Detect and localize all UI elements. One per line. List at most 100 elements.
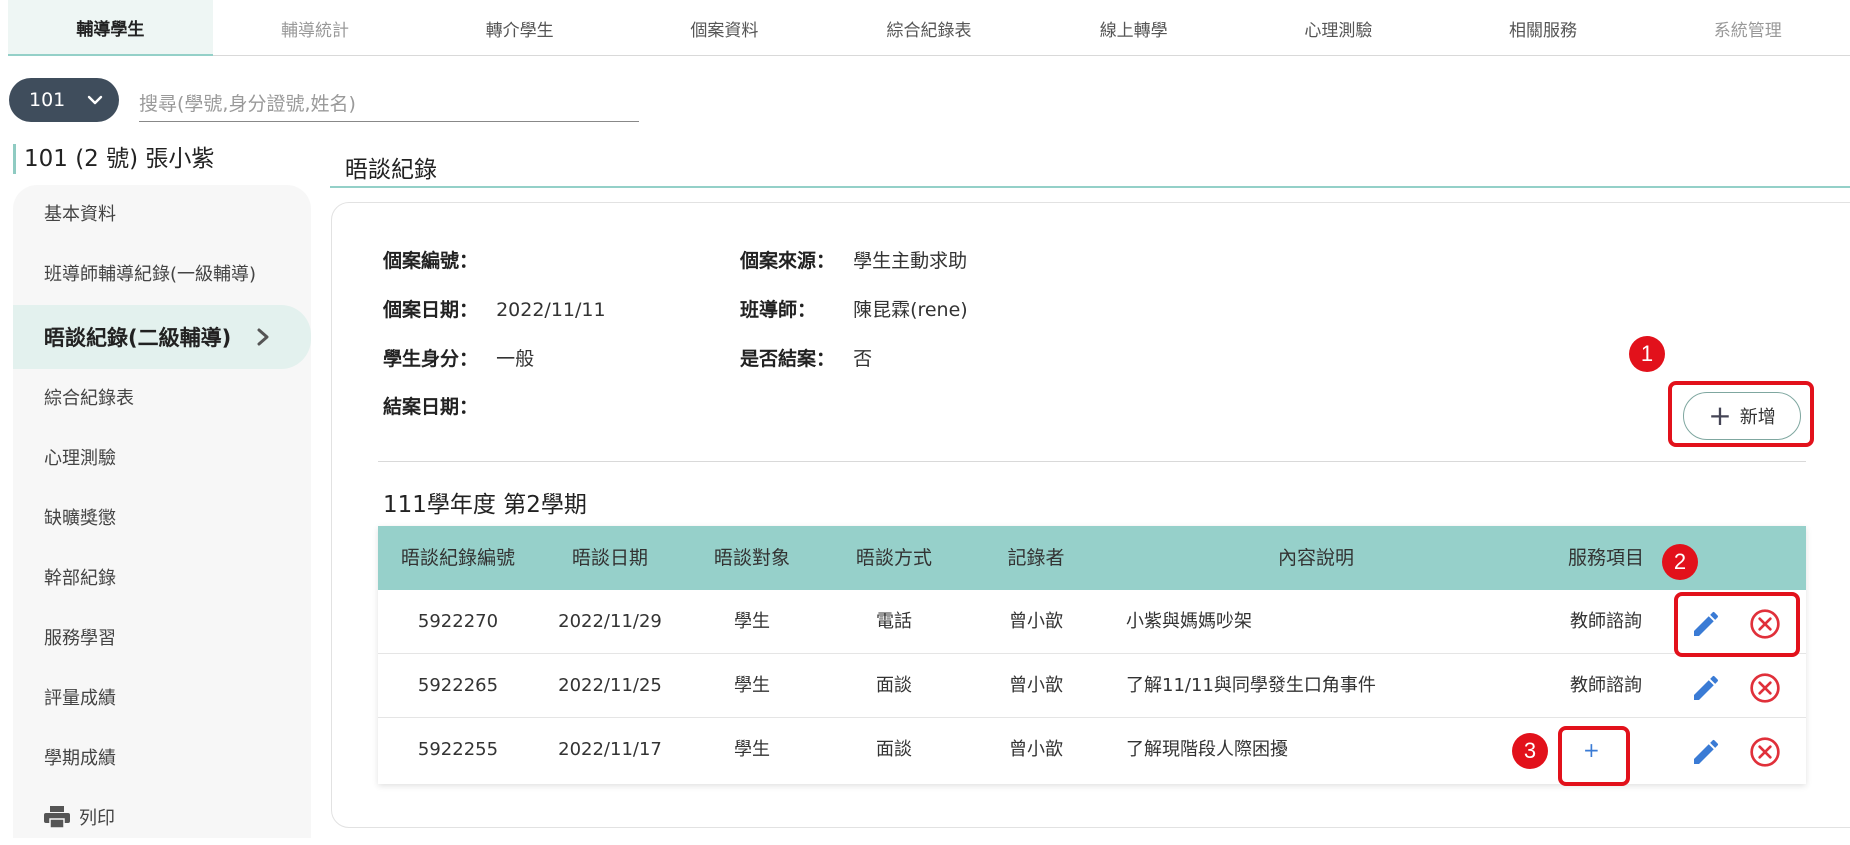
tab-online-transfer[interactable]: 線上轉學 [1031, 0, 1236, 56]
case-date-value: 2022/11/11 [496, 299, 606, 321]
tab-related-services[interactable]: 相關服務 [1441, 0, 1646, 56]
closed-field: 是否結案： 否 [740, 344, 872, 371]
annotation-badge-1: 1 [1629, 336, 1665, 372]
case-no-label: 個案編號： [383, 250, 479, 272]
delete-icon[interactable] [1749, 672, 1781, 704]
case-date-label: 個案日期： [383, 299, 479, 321]
tab-referral[interactable]: 轉介學生 [417, 0, 622, 56]
col-header-content: 內容說明 [1277, 547, 1354, 569]
tab-counsel-stats[interactable]: 輔導統計 [213, 0, 418, 56]
annotation-box-1 [1668, 381, 1814, 447]
print-label: 列印 [79, 808, 115, 829]
sidebar-item-label: 班導師輔導紀錄(一級輔導) [44, 264, 257, 285]
sidebar-item-label: 晤談紀錄(二級輔導) [44, 326, 232, 350]
class-select-value: 101 [29, 89, 66, 111]
tab-system-admin[interactable]: 系統管理 [1645, 0, 1850, 56]
cell-id: 5922270 [417, 611, 499, 632]
table-header: 晤談紀錄編號 晤談日期 晤談對象 晤談方式 記錄者 內容說明 服務項目 [378, 526, 1806, 590]
sidebar-item-interview-record[interactable]: 晤談紀錄(二級輔導) [13, 305, 311, 369]
title-divider [330, 186, 1850, 188]
cell-target: 學生 [734, 675, 770, 696]
sidebar-item-service-learning[interactable]: 服務學習 [13, 609, 311, 665]
table-row: 5922265 2022/11/25 學生 面談 曾小歆 了解11/11與同學發… [378, 654, 1806, 718]
cell-content: 了解11/11與同學發生口角事件 [1126, 675, 1376, 696]
edit-icon[interactable] [1690, 672, 1722, 704]
tab-summary-record[interactable]: 綜合紀錄表 [827, 0, 1032, 56]
cell-recorder: 曾小歆 [1009, 611, 1063, 632]
case-date-field: 個案日期： 2022/11/11 [383, 295, 606, 322]
sidebar-item-semester-grades[interactable]: 學期成績 [13, 729, 311, 785]
search-input[interactable] [139, 86, 639, 122]
case-no-field: 個案編號： [383, 246, 478, 273]
sidebar-item-summary[interactable]: 綜合紀錄表 [13, 369, 311, 425]
page-title: 晤談紀錄 [345, 157, 437, 183]
col-header-target: 晤談對象 [713, 547, 790, 569]
tab-counsel-students[interactable]: 輔導學生 [8, 0, 213, 56]
sidebar-item-label: 缺曠獎懲 [44, 508, 116, 529]
sidebar-item-print[interactable]: 列印 [13, 789, 311, 845]
annotation-box-3 [1558, 726, 1630, 786]
col-header-date: 晤談日期 [571, 547, 648, 569]
chevron-down-icon [87, 95, 103, 105]
sidebar-item-cadre[interactable]: 幹部紀錄 [13, 549, 311, 605]
sidebar: 基本資料 班導師輔導紀錄(一級輔導) 晤談紀錄(二級輔導) 綜合紀錄表 心理測驗… [13, 185, 311, 838]
annotation-badge-2: 2 [1662, 544, 1698, 580]
printer-icon [44, 806, 70, 829]
teacher-field: 班導師： 陳昆霖(rene) [740, 295, 968, 322]
chevron-right-icon [257, 328, 269, 346]
cell-target: 學生 [734, 739, 770, 760]
edit-icon[interactable] [1690, 736, 1722, 768]
cell-id: 5922265 [417, 675, 499, 696]
close-date-field: 結案日期： [383, 392, 478, 419]
cell-content: 小紫與媽媽吵架 [1126, 611, 1252, 632]
cell-date: 2022/11/29 [558, 611, 662, 632]
case-source-label: 個案來源： [740, 250, 836, 272]
sidebar-item-label: 服務學習 [44, 628, 116, 649]
cell-date: 2022/11/25 [558, 675, 662, 696]
sidebar-item-basic-info[interactable]: 基本資料 [13, 185, 311, 241]
annotation-box-2 [1674, 592, 1800, 657]
cell-method: 電話 [876, 611, 912, 632]
sidebar-item-label: 基本資料 [44, 204, 116, 225]
cell-date: 2022/11/17 [558, 739, 662, 760]
col-header-method: 晤談方式 [855, 547, 932, 569]
cell-service: 教師諮詢 [1570, 611, 1642, 632]
cell-content: 了解現階段人際困擾 [1126, 739, 1288, 760]
cell-service: 教師諮詢 [1570, 675, 1642, 696]
table-row: 5922270 2022/11/29 學生 電話 曾小歆 小紫與媽媽吵架 教師諮… [378, 590, 1806, 654]
tab-psych-test[interactable]: 心理測驗 [1236, 0, 1441, 56]
identity-value: 一般 [496, 348, 535, 370]
teacher-label: 班導師： [740, 299, 817, 321]
col-header-recorder: 記錄者 [1007, 547, 1065, 569]
sidebar-item-label: 學期成績 [44, 748, 116, 769]
cell-method: 面談 [876, 739, 912, 760]
col-header-id: 晤談紀錄編號 [400, 547, 515, 569]
term-heading: 111學年度 第2學期 [383, 492, 587, 518]
sidebar-item-assessment[interactable]: 評量成績 [13, 669, 311, 725]
sidebar-item-attendance[interactable]: 缺曠獎懲 [13, 489, 311, 545]
identity-label: 學生身分： [383, 348, 479, 370]
sidebar-item-label: 幹部紀錄 [44, 568, 116, 589]
sidebar-item-psych-test[interactable]: 心理測驗 [13, 429, 311, 485]
sidebar-item-label: 心理測驗 [44, 448, 116, 469]
student-heading: 101 (2 號) 張小紫 [13, 144, 214, 174]
identity-field: 學生身分： 一般 [383, 344, 534, 371]
case-source-value: 學生主動求助 [853, 250, 968, 272]
sidebar-item-label: 綜合紀錄表 [44, 388, 134, 409]
close-date-label: 結案日期： [383, 396, 479, 418]
sidebar-item-teacher-counsel[interactable]: 班導師輔導紀錄(一級輔導) [13, 245, 311, 301]
closed-value: 否 [853, 348, 873, 370]
case-source-field: 個案來源： 學生主動求助 [740, 246, 967, 273]
closed-label: 是否結案： [740, 348, 836, 370]
cell-method: 面談 [876, 675, 912, 696]
cell-recorder: 曾小歆 [1009, 675, 1063, 696]
tab-case-data[interactable]: 個案資料 [622, 0, 827, 56]
cell-id: 5922255 [417, 739, 499, 760]
top-nav: 輔導學生 輔導統計 轉介學生 個案資料 綜合紀錄表 線上轉學 心理測驗 相關服務… [8, 0, 1850, 56]
annotation-badge-3: 3 [1512, 733, 1548, 769]
section-divider [378, 461, 1806, 462]
class-select[interactable]: 101 [9, 78, 119, 122]
teacher-value: 陳昆霖(rene) [853, 299, 968, 321]
cell-recorder: 曾小歆 [1009, 739, 1063, 760]
delete-icon[interactable] [1749, 736, 1781, 768]
